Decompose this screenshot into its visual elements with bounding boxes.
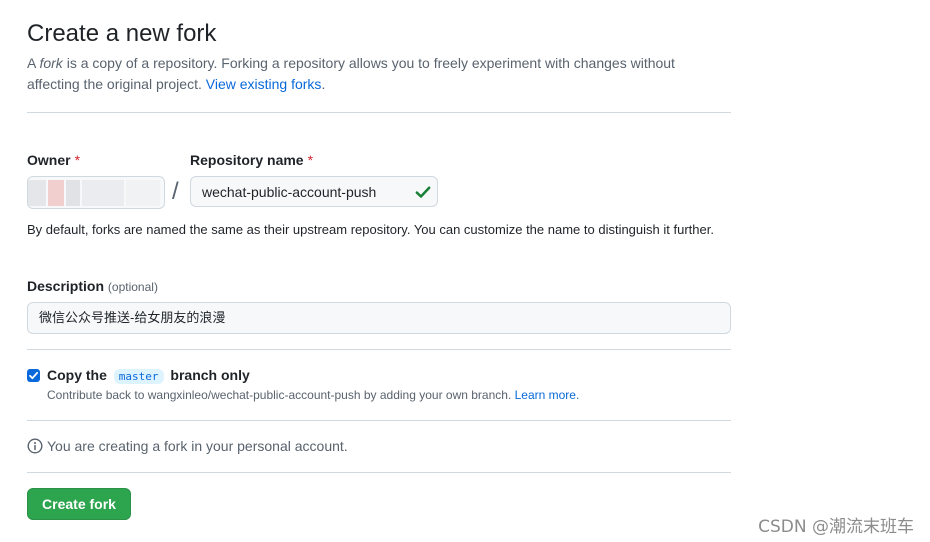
copy-branch-label[interactable]: Copy the master branch only [47, 367, 250, 384]
copy-branch-checkbox[interactable] [27, 369, 40, 382]
redacted-avatar [28, 180, 46, 206]
fork-account-notice-text: You are creating a fork in your personal… [47, 438, 348, 454]
view-existing-forks-link[interactable]: View existing forks [206, 76, 322, 92]
info-icon [27, 438, 43, 454]
description-input[interactable]: 微信公众号推送-给女朋友的浪漫 [27, 302, 731, 334]
lead-text-start: A [27, 55, 40, 71]
redacted-owner-name [82, 180, 124, 206]
check-icon [415, 186, 431, 198]
owner-label: Owner * [27, 152, 81, 168]
description-label: Description (optional) [27, 278, 158, 294]
redacted-block [66, 180, 80, 206]
divider [27, 472, 731, 473]
divider [27, 349, 731, 350]
divider [27, 112, 731, 113]
optional-hint: (optional) [107, 280, 158, 294]
page-description: A fork is a copy of a repository. Forkin… [27, 53, 717, 95]
lead-emphasis: fork [39, 55, 63, 71]
required-mark: * [74, 152, 81, 168]
owner-repo-separator: / [172, 178, 179, 205]
redacted-block [126, 180, 160, 206]
required-mark: * [307, 152, 314, 168]
fork-account-notice: You are creating a fork in your personal… [27, 438, 348, 454]
branch-name-code: master [113, 369, 164, 384]
redacted-block [48, 180, 64, 206]
fork-name-help-text: By default, forks are named the same as … [27, 222, 714, 237]
lead-text-end: . [321, 76, 326, 92]
owner-select[interactable] [27, 176, 165, 209]
lead-text: is a copy of a repository. Forking a rep… [27, 55, 675, 92]
checkmark-icon [29, 371, 39, 380]
page-title: Create a new fork [27, 20, 217, 47]
copy-branch-note: Contribute back to wangxinleo/wechat-pub… [47, 388, 580, 402]
create-fork-button[interactable]: Create fork [27, 488, 131, 520]
divider [27, 420, 731, 421]
learn-more-link[interactable]: Learn more. [515, 388, 580, 402]
repo-name-input[interactable]: wechat-public-account-push [190, 176, 438, 207]
repo-name-label: Repository name * [190, 152, 314, 168]
watermark: CSDN @潮流末班车 [758, 517, 914, 537]
